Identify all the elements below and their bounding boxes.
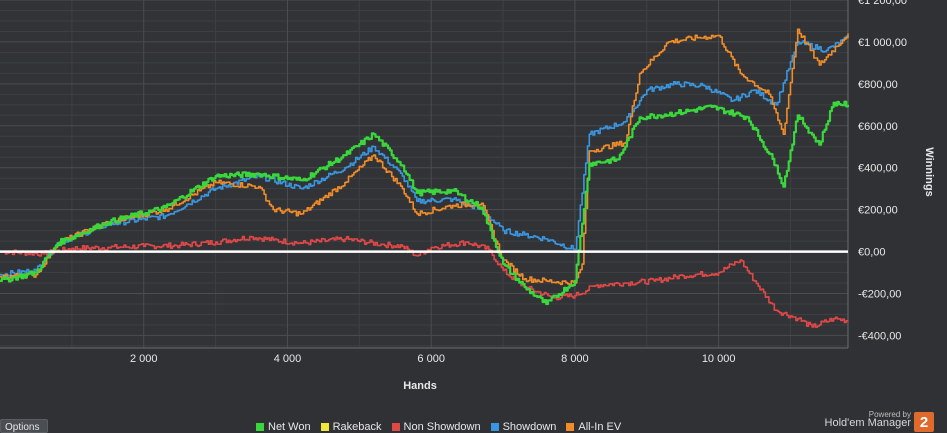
- y-tick-label: €600,00: [858, 121, 898, 133]
- y-tick-label: €1 200,00: [858, 0, 907, 7]
- legend-label: All-In EV: [578, 421, 622, 433]
- x-axis-title: Hands: [403, 380, 437, 392]
- y-tick-label: €200,00: [858, 205, 898, 217]
- x-tick-label: 2 000: [130, 353, 158, 365]
- legend-label: Rakeback: [332, 421, 382, 433]
- legend-item[interactable]: All-In EV: [566, 421, 621, 433]
- options-button[interactable]: Options: [0, 419, 48, 433]
- y-tick-label: €400,00: [858, 163, 898, 175]
- x-tick-label: 4 000: [274, 353, 302, 365]
- chart-grid: [0, 0, 849, 349]
- x-tick-label: 10 000: [702, 353, 736, 365]
- legend-item[interactable]: Non Showdown: [391, 421, 481, 433]
- y-axis-title: Winnings: [923, 147, 935, 196]
- x-tick-label: 8 000: [561, 353, 589, 365]
- winnings-chart: -€400,00 -€200,00 €0,00 €200,00 €400,00 €600,…: [0, 0, 935, 392]
- legend-label: Non Showdown: [403, 421, 481, 433]
- chart-legend: Net Won Rakeback Non Showdown Showdown All-I…: [256, 421, 621, 433]
- y-tick-label: -€400,00: [858, 330, 901, 342]
- legend-label: Showdown: [502, 421, 557, 433]
- legend-item[interactable]: Rakeback: [320, 421, 382, 433]
- legend-item[interactable]: Showdown: [490, 421, 557, 433]
- y-tick-label: €0,00: [858, 247, 886, 259]
- legend-label: Net Won: [268, 421, 311, 433]
- y-tick-label: €1 000,00: [858, 37, 907, 49]
- x-tick-label: 6 000: [417, 353, 445, 365]
- y-tick-label: -€200,00: [858, 288, 901, 300]
- powered-by: Powered by Hold'em Manager: [811, 410, 911, 429]
- legend-item[interactable]: Net Won: [256, 421, 311, 433]
- product-name: Hold'em Manager: [824, 417, 911, 429]
- y-tick-label: €800,00: [858, 79, 898, 91]
- hm2-logo-icon: 2: [914, 412, 934, 432]
